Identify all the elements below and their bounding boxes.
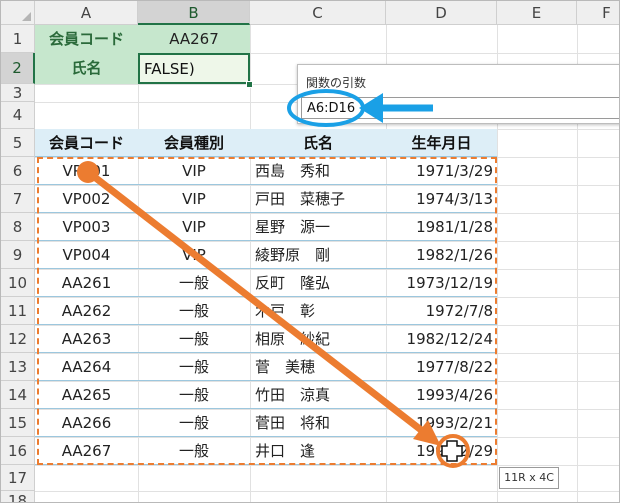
blue-left-arrow-icon xyxy=(359,93,433,123)
annotation-overlay xyxy=(77,89,470,468)
orange-drag-arrow-icon xyxy=(77,161,441,446)
input-highlight-ellipse xyxy=(287,89,365,127)
spreadsheet-window: A B C D E F 1 2 3 4 5 6 7 8 9 10 11 12 13 14 15 16 17 18 … xyxy=(0,0,620,503)
cross-cursor-icon xyxy=(441,440,463,462)
